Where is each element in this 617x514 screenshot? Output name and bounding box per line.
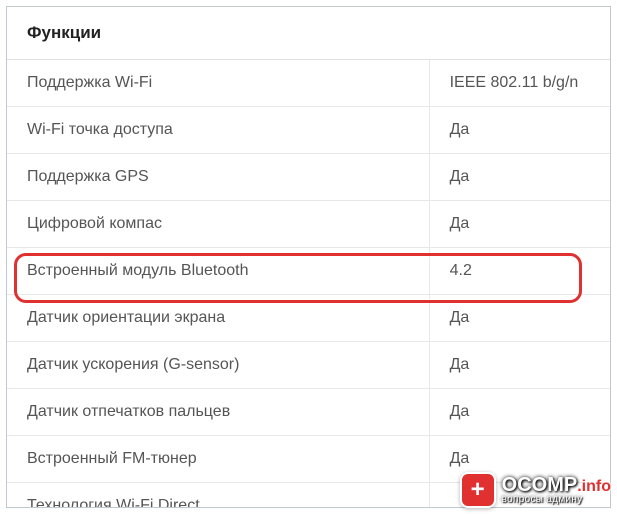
table-row: Цифровой компасДа (7, 201, 610, 248)
spec-value: Да (429, 389, 610, 436)
table-row: Датчик ускорения (G-sensor)Да (7, 342, 610, 389)
spec-value: 4.2 (429, 248, 610, 295)
spec-value: IEEE 802.11 b/g/n (429, 60, 610, 107)
spec-label: Поддержка GPS (7, 154, 429, 201)
table-row: Встроенный модуль Bluetooth4.2 (7, 248, 610, 295)
spec-value: Да (429, 342, 610, 389)
table-row: Датчик отпечатков пальцевДа (7, 389, 610, 436)
spec-label: Датчик ориентации экрана (7, 295, 429, 342)
spec-value: Да (429, 154, 610, 201)
specs-panel: Функции Поддержка Wi-FiIEEE 802.11 b/g/n… (6, 6, 611, 508)
table-row: Встроенный FM-тюнерДа (7, 436, 610, 483)
spec-value: Да (429, 107, 610, 154)
table-row: Wi-Fi точка доступаДа (7, 107, 610, 154)
spec-label: Встроенный модуль Bluetooth (7, 248, 429, 295)
spec-value (429, 483, 610, 509)
spec-label: Поддержка Wi-Fi (7, 60, 429, 107)
spec-label: Технология Wi-Fi Direct (7, 483, 429, 509)
specs-table: Функции Поддержка Wi-FiIEEE 802.11 b/g/n… (7, 7, 610, 508)
table-body: Поддержка Wi-FiIEEE 802.11 b/g/nWi-Fi то… (7, 60, 610, 509)
spec-value: Да (429, 295, 610, 342)
table-header: Функции (7, 7, 610, 60)
table-row: Технология Wi-Fi Direct (7, 483, 610, 509)
spec-label: Встроенный FM-тюнер (7, 436, 429, 483)
spec-label: Датчик отпечатков пальцев (7, 389, 429, 436)
table-row: Поддержка Wi-FiIEEE 802.11 b/g/n (7, 60, 610, 107)
spec-value: Да (429, 201, 610, 248)
spec-label: Цифровой компас (7, 201, 429, 248)
spec-value: Да (429, 436, 610, 483)
spec-label: Wi-Fi точка доступа (7, 107, 429, 154)
spec-label: Датчик ускорения (G-sensor) (7, 342, 429, 389)
table-row: Датчик ориентации экранаДа (7, 295, 610, 342)
table-row: Поддержка GPSДа (7, 154, 610, 201)
